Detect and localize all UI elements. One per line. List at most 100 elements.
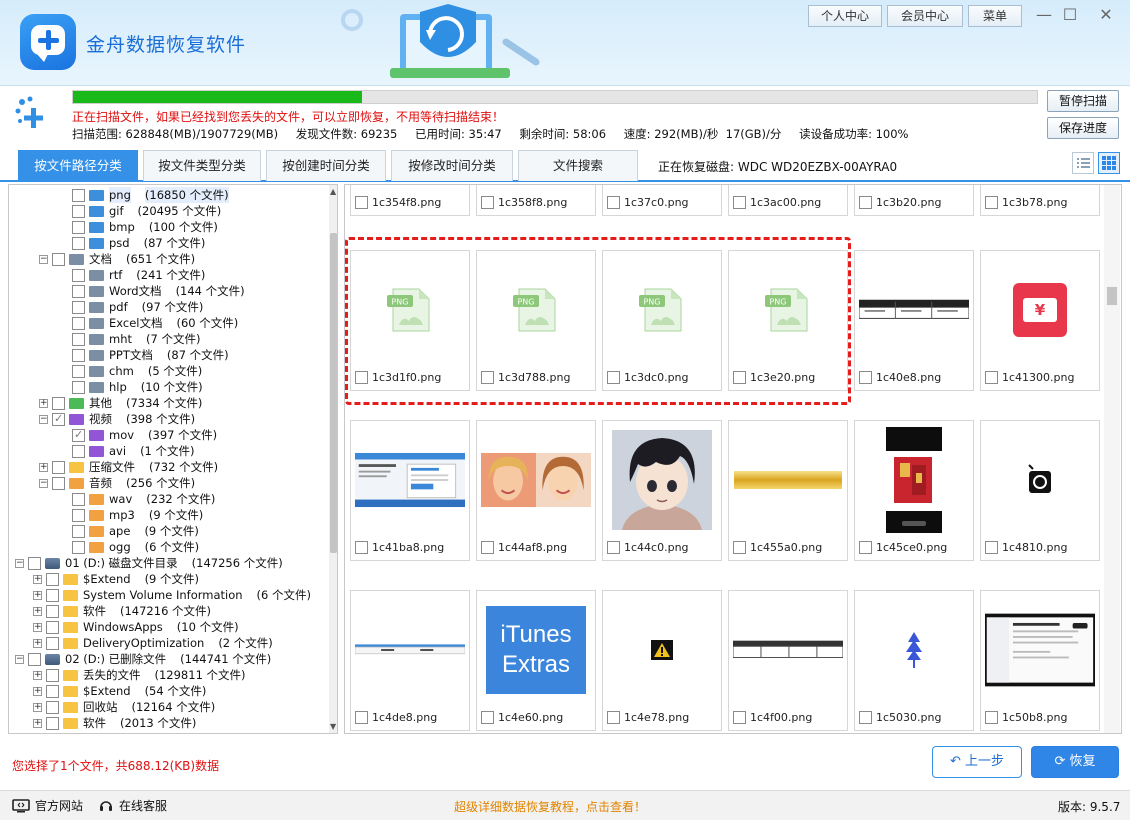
tree-item[interactable]: psd (87 个文件) xyxy=(59,235,205,251)
expand-icon[interactable]: + xyxy=(33,622,42,632)
personal-center-button[interactable]: 个人中心 xyxy=(808,5,882,27)
tab-by-created[interactable]: 按创建时间分类 xyxy=(266,150,386,181)
tree-item[interactable]: + $Extend (54 个文件) xyxy=(33,683,206,699)
tree-item[interactable]: − 文档 (651 个文件) xyxy=(39,251,195,267)
file-card[interactable]: 1c3b78.png xyxy=(980,185,1100,216)
tree-item[interactable]: mp3 (9 个文件) xyxy=(59,507,203,523)
file-checkbox[interactable] xyxy=(733,196,746,209)
previous-step-button[interactable]: ↶ 上一步 xyxy=(932,746,1022,778)
tree-item[interactable]: gif (20495 个文件) xyxy=(59,203,221,219)
file-card[interactable]: 1c50b8.png xyxy=(980,590,1100,731)
tree-checkbox[interactable] xyxy=(72,364,85,378)
tree-checkbox[interactable] xyxy=(28,652,41,666)
file-card[interactable]: 1c4de8.png xyxy=(350,590,470,731)
grid-scrollbar-thumb[interactable] xyxy=(1107,287,1117,305)
list-view-icon[interactable] xyxy=(1072,152,1094,174)
tree-item[interactable]: + 软件 (147216 个文件) xyxy=(33,603,211,619)
tree-checkbox[interactable] xyxy=(72,492,85,506)
tree-checkbox[interactable] xyxy=(46,572,59,586)
file-checkbox[interactable] xyxy=(481,196,494,209)
tree-item[interactable]: mov (397 个文件) xyxy=(59,427,217,443)
member-center-button[interactable]: 会员中心 xyxy=(887,5,963,27)
tree-checkbox[interactable] xyxy=(72,316,85,330)
collapse-icon[interactable]: − xyxy=(39,478,48,488)
file-card[interactable]: 1c41ba8.png xyxy=(350,420,470,561)
tree-item[interactable]: mht (7 个文件) xyxy=(59,331,200,347)
file-checkbox[interactable] xyxy=(985,541,998,554)
file-checkbox[interactable] xyxy=(985,196,998,209)
tree-checkbox[interactable] xyxy=(72,524,85,538)
tree-item[interactable]: Excel文档 (60 个文件) xyxy=(59,315,238,331)
tree-checkbox[interactable] xyxy=(72,284,85,298)
tree-item[interactable]: wav (232 个文件) xyxy=(59,491,215,507)
tree-checkbox[interactable] xyxy=(46,668,59,682)
tree-item[interactable]: + WindowsApps (10 个文件) xyxy=(33,619,239,635)
file-card[interactable]: 1c44af8.png xyxy=(476,420,596,561)
file-card[interactable]: 1c354f8.png xyxy=(350,185,470,216)
file-checkbox[interactable] xyxy=(481,711,494,724)
grid-view-icon[interactable] xyxy=(1098,152,1120,174)
recover-button[interactable]: ⟳ 恢复 xyxy=(1031,746,1119,778)
collapse-icon[interactable]: − xyxy=(15,654,24,664)
tree-item[interactable]: PPT文档 (87 个文件) xyxy=(59,347,229,363)
tree-item[interactable]: ogg (6 个文件) xyxy=(59,539,199,555)
tree-checkbox[interactable] xyxy=(72,427,85,443)
close-icon[interactable]: ✕ xyxy=(1094,4,1118,26)
menu-button[interactable]: 菜单 xyxy=(968,5,1022,27)
file-checkbox[interactable] xyxy=(985,371,998,384)
tree-item[interactable]: hlp (10 个文件) xyxy=(59,379,203,395)
tree-checkbox[interactable] xyxy=(46,588,59,602)
expand-icon[interactable]: + xyxy=(39,462,48,472)
file-checkbox[interactable] xyxy=(607,196,620,209)
tab-file-search[interactable]: 文件搜索 xyxy=(518,150,638,181)
file-checkbox[interactable] xyxy=(859,711,872,724)
tree-checkbox[interactable] xyxy=(52,411,65,427)
tree-item[interactable]: chm (5 个文件) xyxy=(59,363,202,379)
collapse-icon[interactable]: − xyxy=(39,254,48,264)
tab-by-path[interactable]: 按文件路径分类 xyxy=(18,150,138,181)
tree-item[interactable]: − 视频 (398 个文件) xyxy=(39,411,195,427)
file-checkbox[interactable] xyxy=(733,711,746,724)
file-card[interactable]: 1c3b20.png xyxy=(854,185,974,216)
file-checkbox[interactable] xyxy=(859,541,872,554)
file-checkbox[interactable] xyxy=(481,541,494,554)
tree-checkbox[interactable] xyxy=(72,332,85,346)
minimize-icon[interactable]: — xyxy=(1032,4,1056,26)
tree-checkbox[interactable] xyxy=(72,236,85,250)
tab-by-modified[interactable]: 按修改时间分类 xyxy=(391,150,513,181)
file-card[interactable]: 1c455a0.png xyxy=(728,420,848,561)
file-checkbox[interactable] xyxy=(859,196,872,209)
tree-checkbox[interactable] xyxy=(72,204,85,218)
file-card[interactable]: 1c44c0.png xyxy=(602,420,722,561)
file-card[interactable]: iTunes Extras 1c4e60.png xyxy=(476,590,596,731)
tree-item[interactable]: + $Extend (9 个文件) xyxy=(33,571,199,587)
file-card[interactable]: 1c358f8.png xyxy=(476,185,596,216)
tree-checkbox[interactable] xyxy=(46,700,59,714)
file-card[interactable]: 1c4f00.png xyxy=(728,590,848,731)
tree-item[interactable]: ape (9 个文件) xyxy=(59,523,199,539)
tree-checkbox[interactable] xyxy=(72,300,85,314)
file-card[interactable]: 1c3ac00.png xyxy=(728,185,848,216)
expand-icon[interactable]: + xyxy=(39,398,48,408)
tree-checkbox[interactable] xyxy=(72,540,85,554)
file-checkbox[interactable] xyxy=(355,541,368,554)
file-card[interactable]: 1c4e78.png xyxy=(602,590,722,731)
file-checkbox[interactable] xyxy=(607,711,620,724)
expand-icon[interactable]: + xyxy=(33,606,42,616)
expand-icon[interactable]: + xyxy=(33,718,42,728)
expand-icon[interactable]: + xyxy=(33,590,42,600)
tree-item[interactable]: + 丢失的文件 (129811 个文件) xyxy=(33,667,246,683)
file-card[interactable]: 1c45ce0.png xyxy=(854,420,974,561)
tree-scrollbar-thumb[interactable] xyxy=(330,233,337,553)
file-card[interactable]: ¥1c41300.png xyxy=(980,250,1100,391)
tree-checkbox[interactable] xyxy=(52,476,65,490)
tree-checkbox[interactable] xyxy=(72,268,85,282)
file-card[interactable]: 1c5030.png xyxy=(854,590,974,731)
tree-item[interactable]: pdf (97 个文件) xyxy=(59,299,203,315)
tutorial-link[interactable]: 超级详细数据恢复教程，点击查看！ xyxy=(454,798,646,815)
tree-checkbox[interactable] xyxy=(52,252,65,266)
file-checkbox[interactable] xyxy=(985,711,998,724)
collapse-icon[interactable]: − xyxy=(15,558,24,568)
tree-item[interactable]: − 音频 (256 个文件) xyxy=(39,475,195,491)
tree-checkbox[interactable] xyxy=(52,460,65,474)
